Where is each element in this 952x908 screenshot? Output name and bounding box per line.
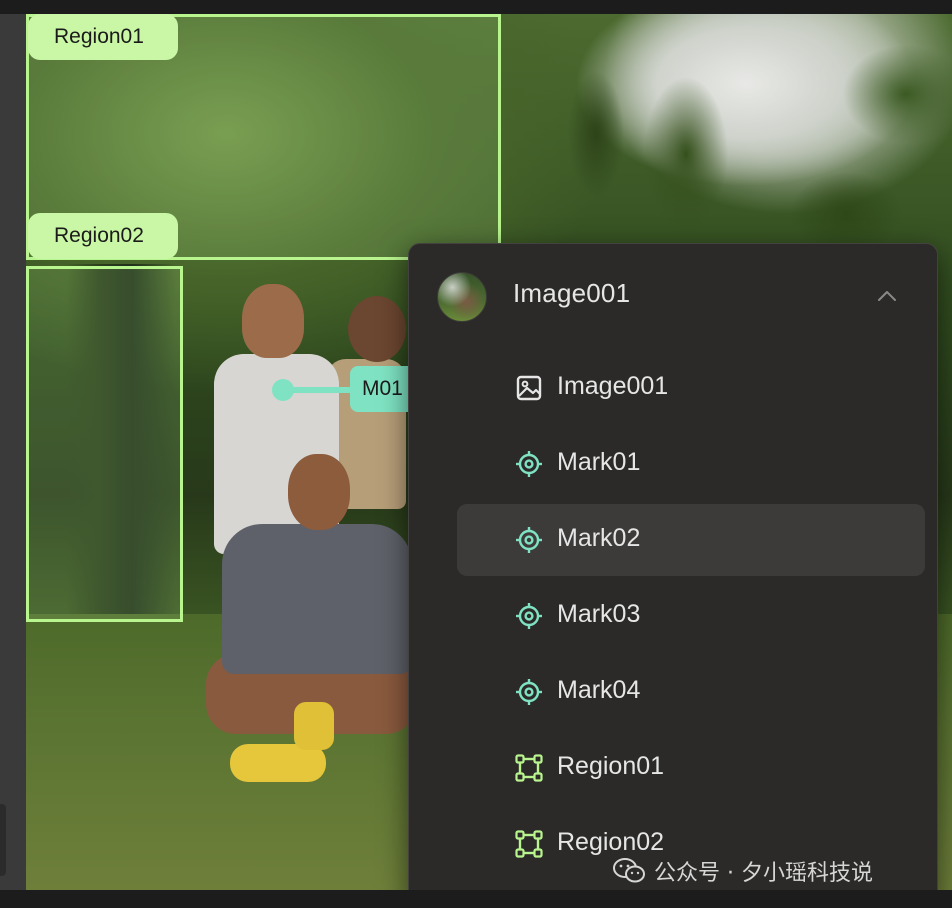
- watermark: 公众号 · 夕小瑶科技说: [612, 854, 873, 888]
- photo-person: [222, 524, 412, 674]
- chevron-up-icon[interactable]: [871, 280, 903, 312]
- region-icon: [515, 754, 543, 782]
- layer-item-mark03[interactable]: Mark03: [457, 580, 925, 652]
- layer-item-label: Mark03: [557, 600, 641, 628]
- left-gutter: [0, 14, 26, 890]
- layer-item-label: Mark01: [557, 448, 641, 476]
- layer-item-label: Region01: [557, 752, 665, 780]
- layer-item-mark04[interactable]: Mark04: [457, 656, 925, 728]
- panel-header[interactable]: Image001: [409, 244, 937, 352]
- region-icon: [515, 830, 543, 858]
- photo-person: [242, 284, 304, 358]
- target-icon: [516, 603, 542, 629]
- target-icon: [516, 527, 542, 553]
- layers-dropdown-panel: Image001 Image001 Mark01 Mark02 Mark03 M…: [408, 243, 938, 908]
- region01-label[interactable]: Region01: [28, 14, 178, 60]
- panel-title: Image001: [513, 278, 631, 308]
- layer-item-region01[interactable]: Region01: [457, 732, 925, 804]
- image-icon: [516, 375, 542, 401]
- photo-person: [348, 296, 406, 362]
- layer-item-label: Image001: [557, 372, 669, 400]
- target-icon: [516, 679, 542, 705]
- region02-box[interactable]: [26, 266, 183, 622]
- image-thumbnail: [437, 272, 487, 322]
- layer-item-mark01[interactable]: Mark01: [457, 428, 925, 500]
- mark01-point[interactable]: [272, 379, 294, 401]
- mark01-connector: [286, 387, 354, 393]
- layer-item-label: Region02: [557, 828, 665, 856]
- wechat-icon: [613, 858, 645, 883]
- layer-item-label: Mark02: [557, 524, 641, 552]
- layer-item-mark02[interactable]: Mark02: [457, 504, 925, 576]
- region02-label[interactable]: Region02: [28, 213, 178, 259]
- photo-foliage: [516, 14, 952, 274]
- top-bar: [0, 0, 952, 14]
- bottom-bar: [0, 890, 952, 908]
- target-icon: [516, 451, 542, 477]
- watermark-text: 公众号 · 夕小瑶科技说: [654, 861, 873, 886]
- side-handle[interactable]: [0, 804, 6, 876]
- photo-person: [288, 454, 350, 530]
- layer-item-label: Mark04: [557, 676, 641, 704]
- photo-shoe: [294, 702, 334, 750]
- layer-item-image001[interactable]: Image001: [457, 352, 925, 424]
